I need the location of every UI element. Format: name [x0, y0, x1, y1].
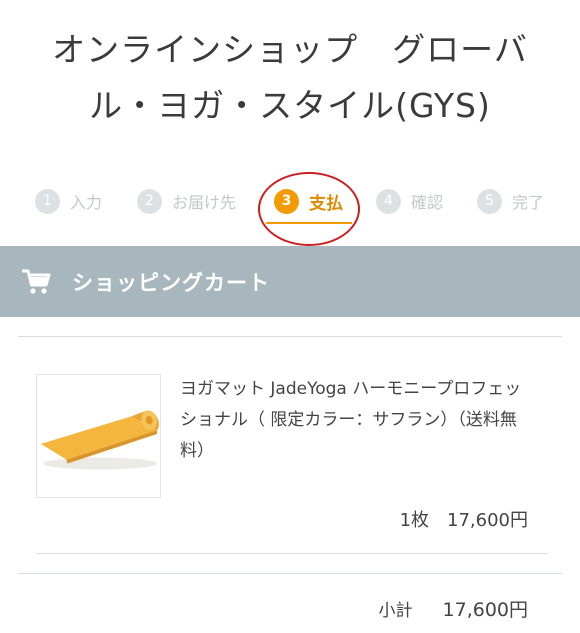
- subtotal-amount: 17,600円: [442, 599, 528, 621]
- divider: [36, 553, 548, 554]
- shop-title-line2: ル・ヨガ・スタイル(GYS): [89, 86, 491, 125]
- yoga-mat-image: [40, 410, 159, 470]
- step-delivery: 2 お届け先: [137, 184, 236, 218]
- cart-title: ショッピングカート: [72, 270, 270, 295]
- step-label: 確認: [411, 193, 444, 212]
- divider: [18, 573, 562, 574]
- annotation-circle: [258, 172, 360, 246]
- step-number: 5: [477, 188, 502, 214]
- product-quantity: 1枚: [399, 510, 430, 531]
- product-name[interactable]: ヨガマット JadeYoga ハーモニープロフェッショナル（ 限定カラー：サフラ…: [180, 374, 530, 467]
- divider: [18, 336, 562, 337]
- product-price: 17,600円: [447, 510, 528, 531]
- step-number: 1: [35, 188, 60, 214]
- cart-header: ショッピングカート: [0, 246, 580, 317]
- step-label: お届け先: [172, 193, 237, 212]
- subtotal-row: 小計 17,600円: [379, 595, 528, 622]
- shop-title: オンラインショップ グローバ ル・ヨガ・スタイル(GYS): [0, 22, 580, 134]
- step-label: 完了: [512, 193, 545, 212]
- step-confirm: 4 確認: [376, 184, 443, 218]
- subtotal-label: 小計: [378, 601, 413, 621]
- step-input: 1 入力: [35, 184, 102, 218]
- shop-title-line1: オンラインショップ グローバ: [52, 30, 528, 69]
- step-complete: 5 完了: [477, 184, 544, 218]
- step-label: 入力: [70, 193, 103, 212]
- step-number: 4: [376, 188, 401, 214]
- step-number: 2: [137, 188, 162, 214]
- cart-icon: [22, 269, 51, 294]
- product-qty-price: 1枚 17,600円: [400, 506, 528, 532]
- product-image[interactable]: [36, 374, 161, 498]
